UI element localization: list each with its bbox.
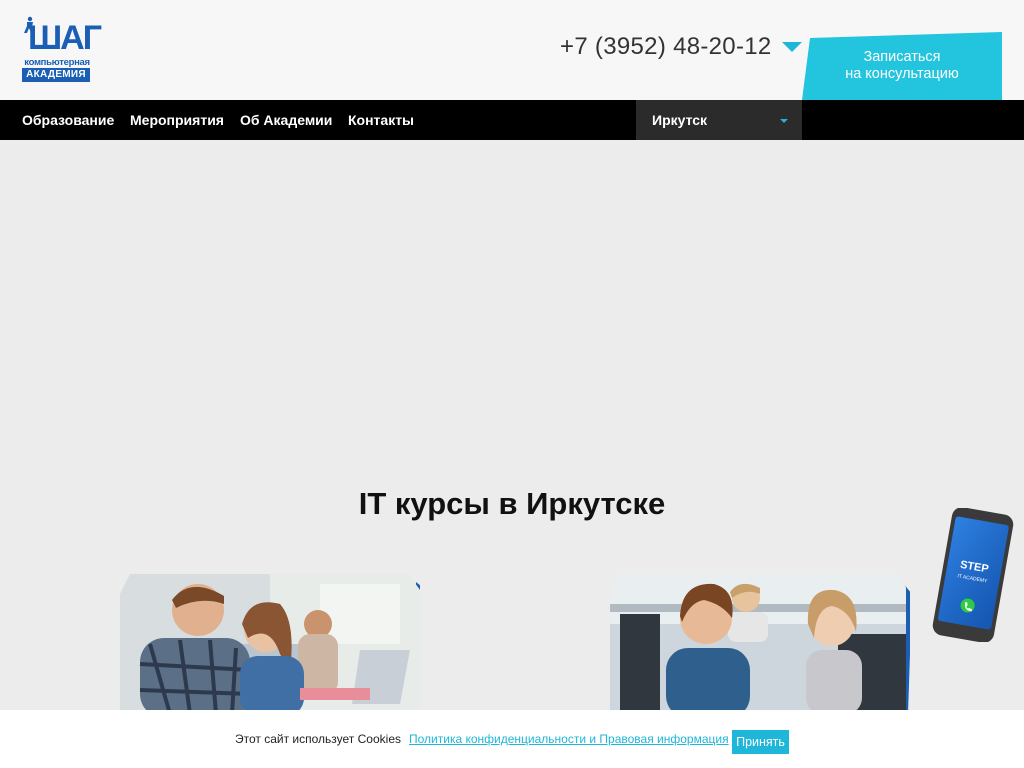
cookie-banner: Этот сайт использует Cookies Политика ко…	[0, 710, 1024, 768]
adults-studying-photo	[120, 574, 420, 714]
cta-label: Записаться на консультацию	[802, 49, 1002, 83]
hero-banner	[0, 140, 1024, 470]
call-widget[interactable]: STEP IT ACADEMY	[928, 507, 1018, 643]
academy-logo[interactable]: ШАГ компьютерная АКАДЕМИЯ	[22, 16, 102, 84]
nav-item-contacts[interactable]: Контакты	[348, 100, 414, 140]
phone-number[interactable]: +7 (3952) 48-20-12	[560, 33, 772, 61]
city-select-value: Иркутск	[652, 112, 708, 128]
logo-mark: ШАГ	[22, 16, 102, 56]
course-card-kids[interactable]	[610, 574, 910, 714]
cta-label-line2: на консультацию	[845, 66, 959, 82]
city-select[interactable]: Иркутск	[636, 100, 802, 140]
consultation-button[interactable]: Записаться на консультацию	[802, 32, 1002, 100]
chevron-down-icon[interactable]	[780, 119, 788, 123]
logo-subtitle: компьютерная	[24, 57, 90, 68]
course-card-adults[interactable]	[120, 574, 420, 714]
logo-word: ШАГ	[28, 19, 102, 57]
nav-item-education[interactable]: Образование	[22, 100, 114, 140]
logo-subtitle-band: АКАДЕМИЯ	[22, 68, 90, 82]
phone-widget-icon: STEP IT ACADEMY	[932, 507, 1014, 643]
privacy-policy-link[interactable]: Политика конфиденциальности и Правовая и…	[409, 732, 729, 746]
cta-label-line1: Записаться	[863, 49, 941, 65]
cookie-message: Этот сайт использует Cookies	[235, 732, 401, 746]
kids-at-computers-photo	[610, 574, 910, 714]
header: ШАГ компьютерная АКАДЕМИЯ +7 (3952) 48-2…	[0, 0, 1024, 100]
main-nav: Образование Мероприятия Об Академии Конт…	[0, 100, 1024, 140]
page-title: IT курсы в Иркутске	[358, 486, 666, 521]
nav-item-about[interactable]: Об Академии	[240, 100, 332, 140]
phone-dropdown-icon[interactable]	[782, 42, 802, 52]
nav-item-events[interactable]: Мероприятия	[130, 100, 224, 140]
accept-cookies-button[interactable]: Принять	[732, 730, 789, 754]
